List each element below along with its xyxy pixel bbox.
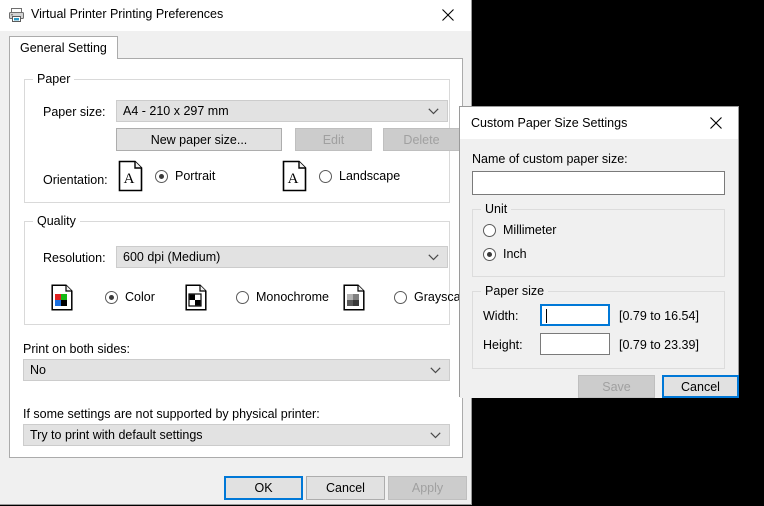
- color-page-icon: [51, 284, 73, 311]
- paper-group: Paper Paper size: A4 - 210 x 297 mm New …: [24, 72, 460, 203]
- dialog-body: Name of custom paper size: Unit Millimet…: [460, 139, 739, 398]
- save-button[interactable]: Save: [578, 375, 655, 398]
- page-portrait-icon: A: [118, 160, 144, 192]
- dialog-cancel-button[interactable]: Cancel: [662, 375, 739, 398]
- tabstrip: General Setting: [9, 36, 463, 59]
- orientation-portrait-label: Portrait: [175, 169, 216, 183]
- window-title: Virtual Printer Printing Preferences: [31, 7, 224, 21]
- printer-icon: [8, 7, 25, 23]
- delete-button[interactable]: Delete: [383, 128, 460, 151]
- height-label: Height:: [483, 338, 523, 352]
- close-icon[interactable]: [425, 0, 471, 30]
- unit-inch-radio[interactable]: Inch: [483, 247, 527, 261]
- radio-indicator: [236, 290, 249, 304]
- new-paper-size-button[interactable]: New paper size...: [116, 128, 282, 151]
- cancel-label: Cancel: [326, 481, 365, 495]
- fallback-combobox[interactable]: Try to print with default settings: [23, 424, 450, 446]
- height-input[interactable]: [540, 333, 610, 355]
- ok-label: OK: [254, 481, 273, 495]
- svg-text:A: A: [124, 171, 135, 187]
- orientation-landscape-label: Landscape: [339, 169, 401, 183]
- quality-monochrome-radio[interactable]: Monochrome: [236, 290, 329, 304]
- printing-preferences-window: Virtual Printer Printing Preferences Gen…: [0, 0, 472, 505]
- orientation-landscape-radio[interactable]: Landscape: [319, 169, 400, 183]
- dialog-title: Custom Paper Size Settings: [471, 116, 628, 130]
- resolution-combobox[interactable]: 600 dpi (Medium): [116, 246, 448, 268]
- dialog-cancel-label: Cancel: [681, 379, 720, 394]
- chevron-down-icon: [425, 431, 449, 439]
- fallback-label: If some settings are not supported by ph…: [23, 407, 320, 421]
- chevron-down-icon: [423, 107, 447, 115]
- custom-name-label: Name of custom paper size:: [472, 152, 628, 166]
- paper-size-label: Paper size:: [43, 105, 106, 119]
- orientation-portrait-radio[interactable]: Portrait: [155, 169, 215, 183]
- resolution-label: Resolution:: [43, 251, 106, 265]
- delete-label: Delete: [403, 132, 440, 147]
- radio-indicator: [483, 223, 496, 237]
- unit-millimeter-label: Millimeter: [503, 223, 557, 237]
- orientation-label: Orientation:: [43, 173, 108, 187]
- resolution-value: 600 dpi (Medium): [123, 250, 221, 264]
- new-paper-size-label: New paper size...: [150, 132, 248, 147]
- grayscale-page-icon: [343, 284, 365, 311]
- width-input[interactable]: [540, 304, 610, 326]
- radio-indicator: [319, 169, 332, 183]
- apply-button[interactable]: Apply: [388, 476, 467, 500]
- radio-indicator: [105, 290, 118, 304]
- quality-color-radio[interactable]: Color: [105, 290, 155, 304]
- edit-button[interactable]: Edit: [295, 128, 372, 151]
- width-label: Width:: [483, 309, 519, 323]
- custom-name-input[interactable]: [472, 171, 725, 195]
- screen: Virtual Printer Printing Preferences Gen…: [0, 0, 764, 506]
- duplex-combobox[interactable]: No: [23, 359, 450, 381]
- fallback-value: Try to print with default settings: [30, 428, 203, 442]
- width-range-text: [0.79 to 16.54]: [619, 309, 699, 323]
- radio-indicator: [483, 247, 496, 261]
- dialog-titlebar: Custom Paper Size Settings: [460, 107, 738, 139]
- svg-text:A: A: [288, 171, 299, 187]
- unit-group: Unit Millimeter Inch: [472, 202, 725, 277]
- dialog-paper-size-group: Paper size Width: [0.79 to 16.54] Height…: [472, 284, 725, 369]
- unit-group-title: Unit: [481, 202, 512, 216]
- chevron-down-icon: [425, 366, 449, 374]
- apply-label: Apply: [411, 481, 444, 495]
- chevron-down-icon: [423, 253, 447, 261]
- unit-millimeter-radio[interactable]: Millimeter: [483, 223, 556, 237]
- quality-group: Quality Resolution: 600 dpi (Medium) Col…: [24, 214, 470, 325]
- duplex-label: Print on both sides:: [23, 342, 131, 356]
- cancel-button[interactable]: Cancel: [306, 476, 385, 500]
- radio-indicator: [155, 169, 168, 183]
- height-range-text: [0.79 to 23.39]: [619, 338, 699, 352]
- text-caret: [546, 309, 547, 323]
- monochrome-page-icon: [185, 284, 207, 311]
- unit-inch-label: Inch: [503, 247, 527, 261]
- dialog-paper-size-title: Paper size: [481, 284, 549, 298]
- edit-label: Edit: [322, 132, 345, 147]
- general-setting-pane: Paper Paper size: A4 - 210 x 297 mm New …: [9, 58, 470, 458]
- paper-group-title: Paper: [33, 72, 75, 86]
- custom-paper-size-dialog: Custom Paper Size Settings Name of custo…: [459, 106, 739, 398]
- paper-size-combobox[interactable]: A4 - 210 x 297 mm: [116, 100, 448, 122]
- tab-general-setting[interactable]: General Setting: [9, 36, 118, 59]
- close-icon[interactable]: [694, 107, 738, 138]
- ok-button[interactable]: OK: [224, 476, 303, 500]
- duplex-value: No: [30, 363, 46, 377]
- window-titlebar: Virtual Printer Printing Preferences: [0, 0, 471, 31]
- quality-group-title: Quality: [33, 214, 80, 228]
- page-landscape-icon: A: [282, 160, 308, 192]
- tab-label: General Setting: [20, 41, 107, 55]
- quality-monochrome-label: Monochrome: [256, 290, 329, 304]
- save-label: Save: [602, 379, 631, 394]
- quality-color-label: Color: [125, 290, 155, 304]
- paper-size-value: A4 - 210 x 297 mm: [123, 104, 229, 118]
- radio-indicator: [394, 290, 407, 304]
